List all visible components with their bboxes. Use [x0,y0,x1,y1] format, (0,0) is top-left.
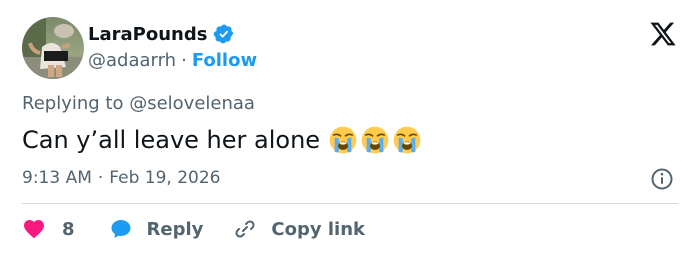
avatar-image [22,17,84,79]
author-name[interactable]: LaraPounds [88,24,207,45]
copy-link-label: Copy link [271,218,365,240]
verified-badge-icon [213,23,235,45]
speech-bubble-icon [109,217,133,241]
heart-icon [22,217,46,241]
tweet-embed-card: LaraPounds @adaarrh · Follow Replying to… [0,0,700,256]
like-count: 8 [62,218,75,240]
x-logo-icon[interactable] [649,20,677,48]
loudly-crying-face-icon [328,125,358,155]
loudly-crying-face-icon [392,125,422,155]
timestamp-date: Feb 19, 2026 [109,168,221,188]
author-name-row: LaraPounds [88,21,235,47]
separator-dot: · [97,168,104,188]
tweet-body: Can y’all leave her alone [22,126,321,154]
emoji-group [328,125,422,155]
link-icon [233,217,257,241]
tweet-text: Can y’all leave her alone [22,122,422,158]
loudly-crying-face-icon [360,125,390,155]
author-handle[interactable]: @adaarrh [88,50,176,71]
divider [22,203,678,204]
reply-mention-link[interactable]: @selovelenaa [129,93,255,114]
action-bar: 8 Reply Copy link [22,215,365,243]
follow-link[interactable]: Follow [192,50,257,71]
reply-context-prefix: Replying to [22,93,124,114]
reply-button[interactable]: Reply [109,217,204,241]
reply-context: Replying to @selovelenaa [22,93,255,114]
handle-row: @adaarrh · Follow [88,48,257,72]
like-button[interactable]: 8 [22,217,75,241]
reply-label: Reply [146,218,204,240]
tweet-timestamp[interactable]: 9:13 AM · Feb 19, 2026 [22,167,221,189]
info-icon[interactable] [650,167,674,191]
timestamp-time: 9:13 AM [22,168,92,188]
avatar[interactable] [22,17,84,79]
separator-dot: · [181,49,187,71]
copy-link-button[interactable]: Copy link [233,217,365,241]
